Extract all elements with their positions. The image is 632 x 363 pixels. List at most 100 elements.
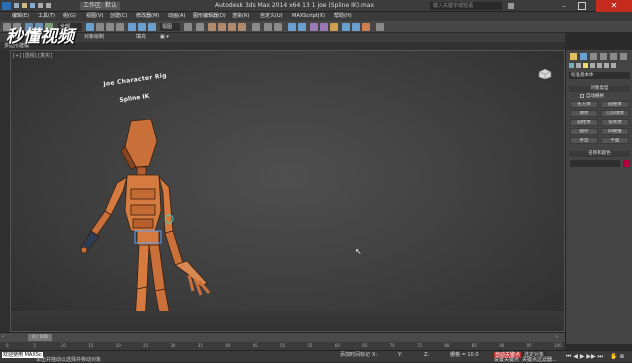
- torus-button[interactable]: 圆环: [570, 128, 598, 135]
- object-name-field[interactable]: [570, 160, 620, 167]
- set-key-button[interactable]: 设置关键点: [494, 357, 519, 363]
- menu-group[interactable]: 组(G): [63, 12, 76, 21]
- redo-icon[interactable]: [46, 3, 51, 8]
- create-tab-icon[interactable]: [570, 53, 577, 60]
- plane-button[interactable]: 平面: [601, 137, 629, 144]
- graphite-tools-icon[interactable]: [298, 23, 306, 31]
- cone-button[interactable]: 圆锥体: [601, 101, 629, 108]
- hierarchy-tab-icon[interactable]: [590, 53, 597, 60]
- ribbon-tab-populate[interactable]: 填充: [136, 33, 146, 42]
- snaps-toggle-icon[interactable]: [208, 23, 216, 31]
- object-color-swatch[interactable]: [623, 160, 630, 167]
- menu-animation[interactable]: 动画(A): [168, 12, 185, 21]
- minimize-button[interactable]: –: [560, 2, 568, 10]
- pivot-center-icon[interactable]: [184, 23, 192, 31]
- undo-icon[interactable]: [38, 3, 43, 8]
- utilities-tab-icon[interactable]: [620, 53, 627, 60]
- space-warps-icon[interactable]: [604, 63, 609, 68]
- time-slider-thumb[interactable]: 0 / 100: [28, 334, 52, 341]
- schematic-view-icon[interactable]: [320, 23, 328, 31]
- time-slider-bar[interactable]: ‹ 0 / 100 ›: [0, 332, 565, 342]
- coord-z-label: Z:: [424, 352, 430, 358]
- menu-create[interactable]: 创建(C): [110, 12, 127, 21]
- workspace-dropdown[interactable]: 工作区: 默认: [80, 2, 120, 10]
- category-dropdown[interactable]: 标准基本体: [569, 72, 630, 79]
- menu-tools[interactable]: 工具(T): [38, 12, 55, 21]
- ribbon-toggle-icon[interactable]: ▣ ▾: [160, 33, 169, 42]
- display-tab-icon[interactable]: [610, 53, 617, 60]
- spinner-snap-icon[interactable]: [238, 23, 246, 31]
- viewport-label[interactable]: [+] [透视] [真实]: [13, 52, 52, 59]
- box-button[interactable]: 长方体: [570, 101, 598, 108]
- playback-controls[interactable]: ⏮ ◀ ▶ ▶▶ ⏭: [566, 354, 603, 360]
- pyramid-button[interactable]: 四棱锥: [601, 128, 629, 135]
- search-icon[interactable]: [508, 3, 514, 9]
- layer-manager-icon[interactable]: [288, 23, 296, 31]
- menu-customize[interactable]: 自定义(U): [260, 12, 283, 21]
- reference-coordinate-dropdown[interactable]: 视图: [160, 23, 180, 31]
- select-move-icon[interactable]: [128, 23, 136, 31]
- character-rig[interactable]: [61, 111, 221, 331]
- window-crossing-icon[interactable]: [116, 23, 124, 31]
- ruler-tick-label: 85: [471, 343, 477, 348]
- named-selection-icon[interactable]: [252, 23, 260, 31]
- shapes-icon[interactable]: [576, 63, 581, 68]
- viewport-nav-icon[interactable]: ✋ ⊕: [610, 354, 624, 360]
- save-file-icon[interactable]: [30, 3, 35, 8]
- percent-snap-icon[interactable]: [228, 23, 236, 31]
- menu-help[interactable]: 帮助(H): [334, 12, 352, 21]
- app-logo-icon[interactable]: [2, 2, 11, 10]
- menu-modifiers[interactable]: 修改器(M): [136, 12, 159, 21]
- rectangular-selection-icon[interactable]: [106, 23, 114, 31]
- search-input[interactable]: 键入关键字或短语: [430, 2, 502, 10]
- select-scale-icon[interactable]: [148, 23, 156, 31]
- mirror-icon[interactable]: [264, 23, 272, 31]
- open-file-icon[interactable]: [22, 3, 27, 8]
- sphere-button[interactable]: 球体: [570, 110, 598, 117]
- select-object-icon[interactable]: [86, 23, 94, 31]
- menu-rendering[interactable]: 渲染(R): [232, 12, 249, 21]
- toolbar-extra-icon[interactable]: [376, 23, 384, 31]
- perspective-viewport[interactable]: [+] [透视] [真实] Joe Character Rig Spline I…: [10, 50, 565, 332]
- angle-snap-icon[interactable]: [218, 23, 226, 31]
- next-frame-icon[interactable]: ›: [556, 334, 560, 341]
- align-icon[interactable]: [274, 23, 282, 31]
- teapot-button[interactable]: 茶壶: [570, 137, 598, 144]
- new-file-icon[interactable]: [14, 3, 19, 8]
- maximize-button[interactable]: [578, 2, 586, 10]
- menu-views[interactable]: 视图(V): [86, 12, 103, 21]
- viewcube-icon[interactable]: [537, 65, 553, 80]
- menu-maxscript[interactable]: MAXScript(X): [292, 12, 325, 21]
- select-by-name-icon[interactable]: [96, 23, 104, 31]
- tube-button[interactable]: 管状体: [601, 119, 629, 126]
- render-production-icon[interactable]: [362, 23, 370, 31]
- cameras-icon[interactable]: [590, 63, 595, 68]
- material-editor-icon[interactable]: [330, 23, 338, 31]
- menu-graph-editors[interactable]: 图形编辑器(D): [193, 12, 226, 21]
- select-manipulate-icon[interactable]: [196, 23, 204, 31]
- autogrid-checkbox[interactable]: [580, 94, 584, 98]
- motion-tab-icon[interactable]: [600, 53, 607, 60]
- select-rotate-icon[interactable]: [138, 23, 146, 31]
- name-color-header[interactable]: 名称和颜色: [569, 151, 630, 157]
- lights-icon[interactable]: [583, 63, 588, 68]
- helpers-icon[interactable]: [597, 63, 602, 68]
- modify-tab-icon[interactable]: [580, 53, 587, 60]
- render-setup-icon[interactable]: [342, 23, 350, 31]
- rendered-frame-window-icon[interactable]: [352, 23, 360, 31]
- ruler-tick-label: 80: [444, 343, 450, 348]
- menu-edit[interactable]: 编辑(E): [12, 12, 29, 21]
- key-filters-button[interactable]: 关键点过滤器...: [522, 357, 557, 363]
- object-type-header[interactable]: 对象类型: [569, 86, 630, 92]
- systems-icon[interactable]: [611, 63, 616, 68]
- prev-frame-icon[interactable]: ‹: [2, 334, 6, 341]
- geosphere-button[interactable]: 几何球体: [601, 110, 629, 117]
- close-button[interactable]: ✕: [596, 0, 632, 12]
- time-tag-button[interactable]: 添加时间标记: [340, 352, 370, 358]
- ground-plane: [11, 311, 564, 331]
- frame-ruler[interactable]: 0 5 10 15 20 25 30 35 40 45 50 55 60 65 70 75 80 85 90 95 10…: [0, 342, 565, 350]
- curve-editor-icon[interactable]: [310, 23, 318, 31]
- geometry-icon[interactable]: [569, 63, 574, 68]
- cylinder-button[interactable]: 圆柱体: [570, 119, 598, 126]
- ribbon-tab-object-paint[interactable]: 对象绘制: [84, 33, 104, 42]
